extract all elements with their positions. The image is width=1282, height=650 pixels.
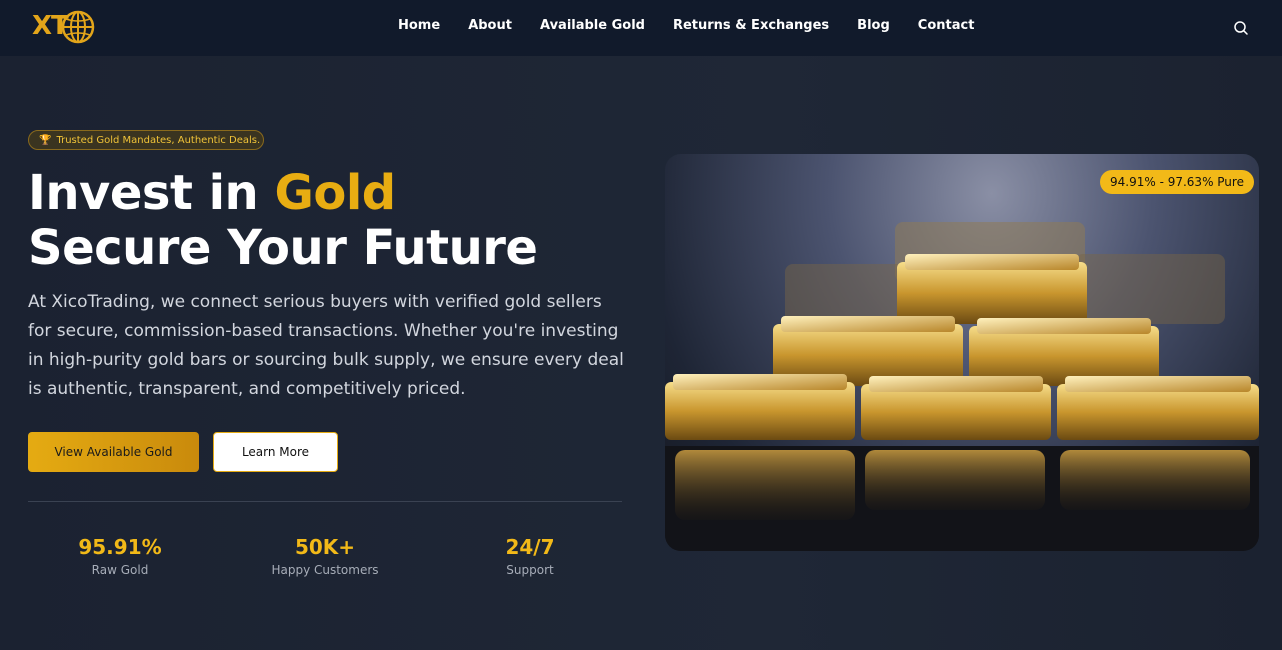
search-icon[interactable] [1232,19,1250,37]
nav-available-gold[interactable]: Available Gold [540,18,645,33]
nav-about[interactable]: About [468,18,512,33]
globe-icon [61,10,95,44]
view-available-gold-button[interactable]: View Available Gold [28,432,199,472]
hero-title-highlight: Gold [274,165,396,221]
trust-badge-text: Trusted Gold Mandates, Authentic Deals. [56,134,261,146]
stat-value: 95.91% [78,535,162,559]
stat-label: Raw Gold [91,563,149,577]
stat-happy-customers: 50K+ Happy Customers [225,535,425,577]
stat-label: Support [506,563,554,577]
nav-returns-exchanges[interactable]: Returns & Exchanges [673,18,829,33]
stats-divider [28,501,622,502]
stat-value: 24/7 [505,535,555,559]
stat-raw-gold: 95.91% Raw Gold [20,535,220,577]
stat-support: 24/7 Support [430,535,630,577]
purity-badge: 94.91% - 97.63% Pure [1100,170,1254,194]
gold-bars-image [665,154,1259,551]
stat-label: Happy Customers [271,563,379,577]
hero-title: Invest in Gold Secure Your Future [28,165,538,276]
hero-description: At XicoTrading, we connect serious buyer… [28,292,624,399]
main-nav: Home About Available Gold Returns & Exch… [398,18,974,33]
site-logo[interactable]: XT [32,9,96,45]
nav-home[interactable]: Home [398,18,440,33]
trophy-icon: 🏆 [39,134,52,146]
hero-title-prefix: Invest in [28,165,275,221]
nav-contact[interactable]: Contact [918,18,975,33]
nav-blog[interactable]: Blog [857,18,890,33]
trust-badge: 🏆 Trusted Gold Mandates, Authentic Deals… [28,130,264,150]
stat-value: 50K+ [294,535,356,559]
hero-title-line2: Secure Your Future [28,220,538,276]
navbar: XT Home About Available Gold Returns & E… [0,0,1282,56]
learn-more-button[interactable]: Learn More [213,432,338,472]
